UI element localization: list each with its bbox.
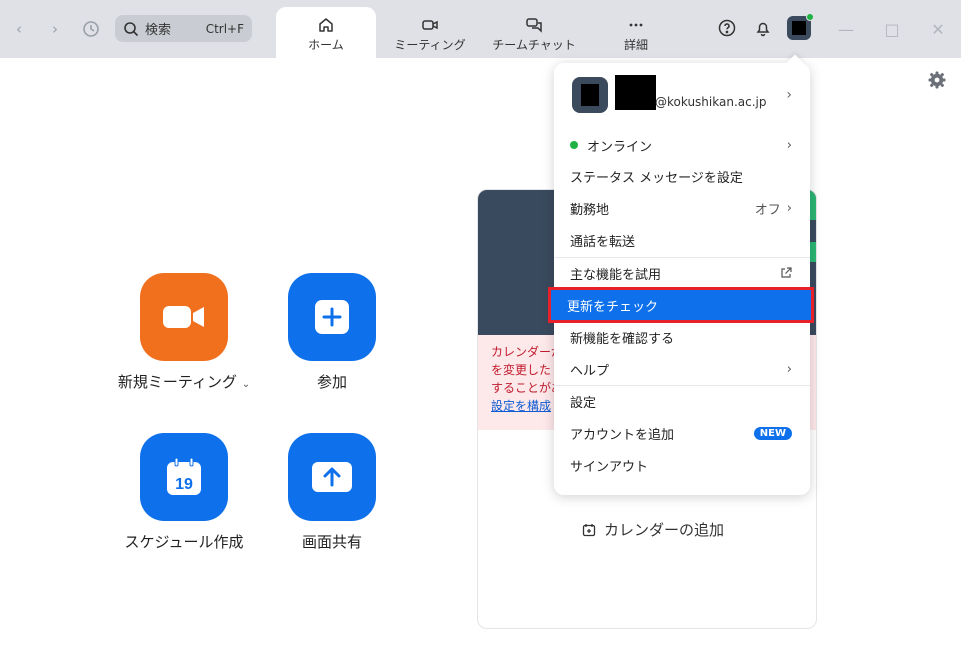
- menu-item-work-location[interactable]: 勤務地 オフ ›: [554, 192, 810, 224]
- menu-item-label: 設定: [570, 395, 597, 411]
- profile-header[interactable]: @kokushikan.ac.jp ›: [554, 63, 810, 129]
- title-bar: ‹ › 検索 Ctrl+F ホーム ミーティング チームチャット 詳細 — □ …: [0, 0, 961, 58]
- more-icon: [629, 23, 643, 27]
- add-calendar-label: カレンダーの追加: [604, 521, 725, 539]
- share-screen-label: 画面共有: [301, 533, 362, 551]
- redacted-name: [615, 75, 656, 110]
- online-dot-icon: [570, 141, 578, 149]
- menu-item-label: 主な機能を試用: [570, 267, 662, 283]
- menu-item-label: 通話を転送: [570, 234, 636, 250]
- new-meeting-action[interactable]: 新規ミーティング ⌄: [114, 273, 254, 392]
- home-icon: [319, 18, 333, 32]
- online-status-dot: [806, 13, 814, 21]
- tab-more-label: 詳細: [623, 38, 648, 52]
- chevron-right-icon: ›: [786, 87, 792, 103]
- plus-icon: [315, 300, 349, 334]
- menu-item-label: ヘルプ: [570, 363, 610, 379]
- menu-item-add-account[interactable]: アカウントを追加 NEW: [554, 417, 810, 449]
- schedule-label: スケジュール作成: [124, 533, 244, 551]
- calendar-icon: 19: [167, 458, 201, 495]
- menu-item-online[interactable]: オンライン ›: [554, 129, 810, 161]
- share-up-arrow-icon: [312, 462, 352, 492]
- avatar-redacted: [792, 21, 806, 35]
- tab-team-chat[interactable]: チームチャット: [488, 7, 580, 58]
- share-screen-button[interactable]: [288, 433, 376, 521]
- minimize-icon[interactable]: —: [835, 18, 857, 40]
- help-icon[interactable]: [716, 17, 738, 39]
- menu-item-status-message[interactable]: ステータス メッセージを設定: [554, 160, 810, 192]
- profile-email: @kokushikan.ac.jp: [655, 95, 767, 109]
- menu-item-label: 勤務地: [570, 202, 610, 218]
- menu-item-settings[interactable]: 設定: [554, 385, 810, 417]
- tab-meetings-label: ミーティング: [394, 38, 466, 52]
- forward-arrow-icon[interactable]: ›: [44, 18, 66, 40]
- menu-item-label: サインアウト: [570, 459, 649, 475]
- menu-item-label: 新機能を確認する: [570, 331, 675, 347]
- tab-home-label: ホーム: [308, 38, 344, 52]
- close-icon[interactable]: ✕: [927, 18, 949, 40]
- profile-menu: @kokushikan.ac.jp › オンライン › ステータス メッセージを…: [548, 54, 814, 495]
- menu-item-try-features[interactable]: 主な機能を試用: [554, 257, 810, 289]
- chevron-right-icon: ›: [786, 200, 792, 216]
- schedule-button[interactable]: 19: [140, 433, 228, 521]
- work-location-value: オフ ›: [754, 200, 792, 218]
- add-calendar-button[interactable]: カレンダーの追加: [582, 519, 724, 540]
- external-link-icon: [780, 267, 792, 279]
- chevron-right-icon: ›: [786, 361, 792, 377]
- search-box[interactable]: 検索 Ctrl+F: [115, 15, 252, 42]
- share-screen-action[interactable]: 画面共有: [262, 433, 402, 552]
- chat-icon: [526, 18, 542, 33]
- new-badge: NEW: [753, 426, 792, 440]
- configure-settings-link[interactable]: 設定を構成: [491, 399, 551, 413]
- menu-item-label: ステータス メッセージを設定: [570, 170, 743, 186]
- menu-item-whats-new[interactable]: 新機能を確認する: [554, 321, 810, 353]
- join-button[interactable]: [288, 273, 376, 361]
- gear-icon[interactable]: [927, 70, 947, 90]
- avatar-redacted: [581, 84, 599, 106]
- menu-item-label: オンライン: [587, 139, 653, 155]
- join-label: 参加: [316, 373, 347, 391]
- search-label: 検索: [145, 23, 172, 38]
- back-arrow-icon[interactable]: ‹: [8, 18, 30, 40]
- chevron-down-icon[interactable]: ⌄: [242, 379, 250, 390]
- join-action[interactable]: 参加: [262, 273, 402, 392]
- profile-avatar-button[interactable]: [787, 13, 814, 40]
- maximize-icon[interactable]: □: [881, 18, 903, 40]
- menu-item-help[interactable]: ヘルプ ›: [554, 353, 810, 385]
- calendar-add-icon: [582, 523, 596, 536]
- new-meeting-label: 新規ミーティング ⌄: [117, 373, 251, 391]
- menu-item-forward-calls[interactable]: 通話を転送: [554, 224, 810, 256]
- search-icon: [124, 21, 139, 36]
- video-icon: [422, 20, 438, 30]
- avatar: [572, 77, 608, 113]
- chevron-right-icon: ›: [786, 137, 792, 153]
- menu-item-check-updates[interactable]: 更新をチェック: [548, 287, 814, 323]
- bell-icon[interactable]: [752, 17, 774, 39]
- menu-item-label: 更新をチェック: [567, 299, 659, 315]
- search-shortcut: Ctrl+F: [205, 21, 244, 36]
- tab-team-chat-label: チームチャット: [492, 38, 576, 52]
- menu-item-label: アカウントを追加: [570, 427, 675, 443]
- tab-meetings[interactable]: ミーティング: [385, 7, 475, 58]
- svg-text:19: 19: [175, 476, 193, 493]
- tab-more[interactable]: 詳細: [600, 7, 672, 58]
- schedule-action[interactable]: 19 スケジュール作成: [114, 433, 254, 552]
- video-camera-icon: [163, 306, 204, 328]
- history-icon[interactable]: [80, 18, 102, 40]
- new-meeting-button[interactable]: [140, 273, 228, 361]
- menu-item-sign-out[interactable]: サインアウト: [554, 449, 810, 481]
- tab-home[interactable]: ホーム: [276, 7, 376, 58]
